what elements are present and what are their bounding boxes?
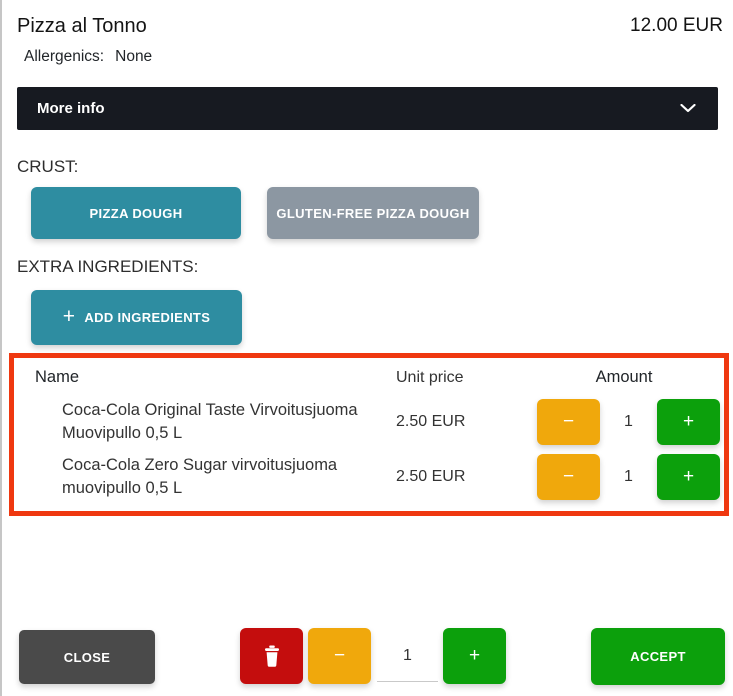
- ingredient-amount-controls: − 1 +: [524, 454, 724, 500]
- product-dialog: { "dialog": { "title": "Pizza al Tonno",…: [0, 0, 733, 696]
- quantity-increase-button[interactable]: +: [443, 628, 506, 684]
- table-header-row: Name Unit price Amount: [14, 361, 724, 394]
- dialog-header: Pizza al Tonno 12.00 EUR: [2, 0, 733, 38]
- trash-icon: [262, 645, 282, 667]
- quantity-input[interactable]: [377, 630, 438, 682]
- allergenics-label: Allergenics:: [24, 48, 104, 65]
- ingredient-name: Coca-Cola Original Taste Virvoitusjuoma …: [14, 399, 372, 444]
- ingredient-amount: 1: [600, 468, 657, 486]
- increase-amount-button[interactable]: +: [657, 454, 720, 500]
- allergenics-row: Allergenics: None: [24, 48, 733, 66]
- product-price: 12.00 EUR: [630, 15, 723, 37]
- close-button[interactable]: CLOSE: [19, 630, 155, 684]
- plus-icon: +: [63, 306, 76, 327]
- page-title: Pizza al Tonno: [17, 15, 147, 38]
- crust-label: CRUST:: [17, 157, 733, 177]
- more-info-toggle[interactable]: More info: [17, 87, 718, 130]
- ingredient-row: Coca-Cola Original Taste Virvoitusjuoma …: [14, 394, 724, 449]
- quantity-decrease-button[interactable]: −: [308, 628, 371, 684]
- ingredient-unit-price: 2.50 EUR: [372, 468, 524, 486]
- ingredient-unit-price: 2.50 EUR: [372, 413, 524, 431]
- crust-option-pizza-dough[interactable]: PIZZA DOUGH: [31, 187, 241, 239]
- dialog-footer: CLOSE − + ACCEPT: [2, 628, 733, 688]
- add-ingredients-label: ADD INGREDIENTS: [84, 310, 210, 325]
- accept-button[interactable]: ACCEPT: [591, 628, 725, 685]
- crust-option-gluten-free-pizza-dough[interactable]: GLUTEN-FREE PIZZA DOUGH: [267, 187, 479, 239]
- delete-button[interactable]: [240, 628, 303, 684]
- increase-amount-button[interactable]: +: [657, 399, 720, 445]
- ingredient-name: Coca-Cola Zero Sugar virvoitusjuoma muov…: [14, 454, 372, 499]
- crust-options: PIZZA DOUGH GLUTEN-FREE PIZZA DOUGH: [31, 187, 733, 239]
- extra-ingredients-label: EXTRA INGREDIENTS:: [17, 257, 733, 277]
- ingredient-row: Coca-Cola Zero Sugar virvoitusjuoma muov…: [14, 449, 724, 504]
- decrease-amount-button[interactable]: −: [537, 454, 600, 500]
- column-header-amount: Amount: [524, 368, 724, 387]
- selected-ingredients-table: Name Unit price Amount Coca-Cola Origina…: [9, 353, 729, 516]
- decrease-amount-button[interactable]: −: [537, 399, 600, 445]
- add-ingredients-button[interactable]: + ADD INGREDIENTS: [31, 290, 242, 345]
- column-header-name: Name: [14, 368, 372, 387]
- more-info-label: More info: [37, 100, 105, 117]
- column-header-unit-price: Unit price: [372, 369, 524, 387]
- ingredient-amount-controls: − 1 +: [524, 399, 724, 445]
- chevron-down-icon: [680, 104, 696, 113]
- ingredient-amount: 1: [600, 413, 657, 431]
- allergenics-value: None: [115, 48, 152, 65]
